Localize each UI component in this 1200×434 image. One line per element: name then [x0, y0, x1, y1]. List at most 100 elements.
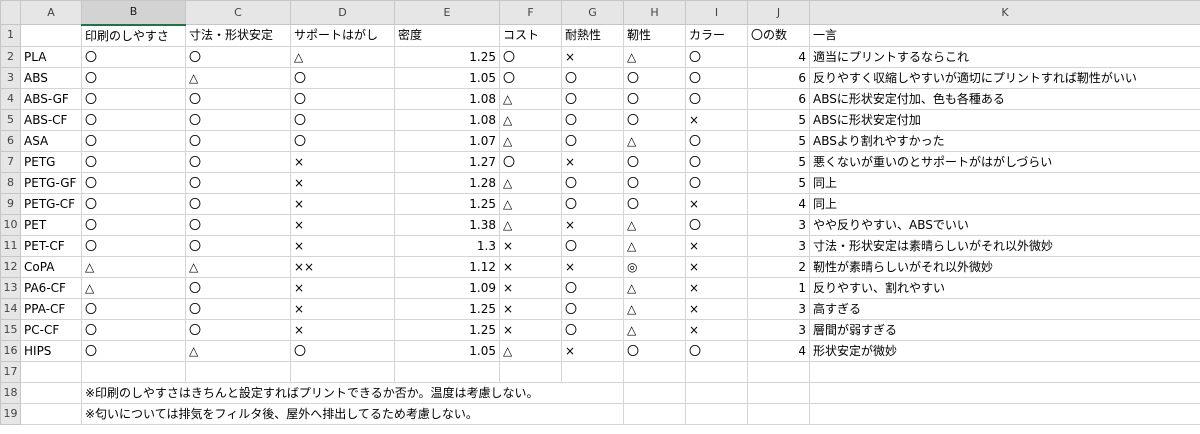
cell-b3[interactable]: 〇	[81, 66, 186, 89]
cell-e10[interactable]: 1.38	[394, 213, 500, 236]
row-header[interactable]: 16	[0, 339, 21, 362]
cell-a7[interactable]: PETG	[20, 150, 82, 173]
cell-d16[interactable]: 〇	[290, 339, 395, 362]
cell-e11[interactable]: 1.3	[394, 234, 500, 257]
cell-e1[interactable]: 密度	[394, 24, 500, 47]
cell-d15[interactable]: ×	[290, 318, 395, 341]
cell-g10[interactable]: ×	[561, 213, 624, 236]
cell-g5[interactable]: 〇	[561, 108, 624, 131]
cell-k7[interactable]: 悪くないが重いのとサポートがはがしづらい	[809, 150, 1200, 173]
cell-h14[interactable]: △	[623, 297, 686, 320]
cell-j9[interactable]: 4	[747, 192, 810, 215]
cell-a5[interactable]: ABS-CF	[20, 108, 82, 131]
cell-d1[interactable]: サポートはがし	[290, 24, 395, 47]
column-header-i[interactable]: I	[685, 0, 748, 25]
cell-d10[interactable]: ×	[290, 213, 395, 236]
cell-f7[interactable]: 〇	[499, 150, 562, 173]
cell-f15[interactable]: ×	[499, 318, 562, 341]
cell-e14[interactable]: 1.25	[394, 297, 500, 320]
cell-c15[interactable]: 〇	[185, 318, 291, 341]
cell-g15[interactable]: 〇	[561, 318, 624, 341]
cell-i1[interactable]: カラー	[685, 24, 748, 47]
cell-f4[interactable]: △	[499, 87, 562, 110]
cell-i11[interactable]: ×	[685, 234, 748, 257]
cell-a6[interactable]: ASA	[20, 129, 82, 152]
cell-j13[interactable]: 1	[747, 276, 810, 299]
cell-e12[interactable]: 1.12	[394, 255, 500, 278]
cell-e7[interactable]: 1.27	[394, 150, 500, 173]
cell-a13[interactable]: PA6-CF	[20, 276, 82, 299]
cell-h13[interactable]: △	[623, 276, 686, 299]
cell-d14[interactable]: ×	[290, 297, 395, 320]
cell-c5[interactable]: 〇	[185, 108, 291, 131]
cell-e9[interactable]: 1.25	[394, 192, 500, 215]
cell-e8[interactable]: 1.28	[394, 171, 500, 194]
cell-d7[interactable]: ×	[290, 150, 395, 173]
row-header[interactable]: 11	[0, 234, 21, 257]
cell-a9[interactable]: PETG-CF	[20, 192, 82, 215]
cell-h8[interactable]: 〇	[623, 171, 686, 194]
cell-e5[interactable]: 1.08	[394, 108, 500, 131]
cell-h19[interactable]	[623, 402, 686, 425]
cell-g8[interactable]: 〇	[561, 171, 624, 194]
cell-d2[interactable]: △	[290, 45, 395, 68]
cell-b10[interactable]: 〇	[81, 213, 186, 236]
cell-i7[interactable]: 〇	[685, 150, 748, 173]
column-header-a[interactable]: A	[20, 0, 82, 25]
cell-g2[interactable]: ×	[561, 45, 624, 68]
row-header[interactable]: 1	[0, 24, 21, 47]
row-header[interactable]: 17	[0, 360, 21, 383]
cell-b12[interactable]: △	[81, 255, 186, 278]
row-header[interactable]: 7	[0, 150, 21, 173]
cell-b5[interactable]: 〇	[81, 108, 186, 131]
column-header-j[interactable]: J	[747, 0, 810, 25]
row-header[interactable]: 15	[0, 318, 21, 341]
row-header[interactable]: 8	[0, 171, 21, 194]
cell-h5[interactable]: 〇	[623, 108, 686, 131]
cell-c3[interactable]: △	[185, 66, 291, 89]
cell-b11[interactable]: 〇	[81, 234, 186, 257]
cell-d12[interactable]: ××	[290, 255, 395, 278]
cell-j6[interactable]: 5	[747, 129, 810, 152]
column-header-g[interactable]: G	[561, 0, 624, 25]
cell-f17[interactable]	[499, 360, 562, 383]
cell-c16[interactable]: △	[185, 339, 291, 362]
cell-d6[interactable]: 〇	[290, 129, 395, 152]
row-header[interactable]: 19	[0, 402, 21, 425]
cell-e3[interactable]: 1.05	[394, 66, 500, 89]
cell-a3[interactable]: ABS	[20, 66, 82, 89]
cell-e6[interactable]: 1.07	[394, 129, 500, 152]
cell-d13[interactable]: ×	[290, 276, 395, 299]
cell-b7[interactable]: 〇	[81, 150, 186, 173]
cell-i14[interactable]: ×	[685, 297, 748, 320]
cell-g16[interactable]: ×	[561, 339, 624, 362]
row-header[interactable]: 2	[0, 45, 21, 68]
cell-k5[interactable]: ABSに形状安定付加	[809, 108, 1200, 131]
cell-b15[interactable]: 〇	[81, 318, 186, 341]
cell-k17[interactable]	[809, 360, 1200, 383]
cell-i3[interactable]: 〇	[685, 66, 748, 89]
cell-d9[interactable]: ×	[290, 192, 395, 215]
cell-c12[interactable]: △	[185, 255, 291, 278]
cell-b6[interactable]: 〇	[81, 129, 186, 152]
cell-i4[interactable]: 〇	[685, 87, 748, 110]
column-header-e[interactable]: E	[394, 0, 500, 25]
cell-h6[interactable]: △	[623, 129, 686, 152]
cell-b14[interactable]: 〇	[81, 297, 186, 320]
cell-k1[interactable]: 一言	[809, 24, 1200, 47]
column-header-d[interactable]: D	[290, 0, 395, 25]
cell-k19[interactable]	[809, 402, 1200, 425]
cell-k11[interactable]: 寸法・形状安定は素晴らしいがそれ以外微妙	[809, 234, 1200, 257]
cell-a17[interactable]	[20, 360, 82, 383]
cell-g7[interactable]: ×	[561, 150, 624, 173]
cell-b13[interactable]: △	[81, 276, 186, 299]
row-header[interactable]: 5	[0, 108, 21, 131]
cell-g17[interactable]	[561, 360, 624, 383]
cell-i2[interactable]: 〇	[685, 45, 748, 68]
cell-d8[interactable]: ×	[290, 171, 395, 194]
cell-b16[interactable]: 〇	[81, 339, 186, 362]
cell-f2[interactable]: 〇	[499, 45, 562, 68]
cell-d3[interactable]: 〇	[290, 66, 395, 89]
cell-k6[interactable]: ABSより割れやすかった	[809, 129, 1200, 152]
cell-c4[interactable]: 〇	[185, 87, 291, 110]
